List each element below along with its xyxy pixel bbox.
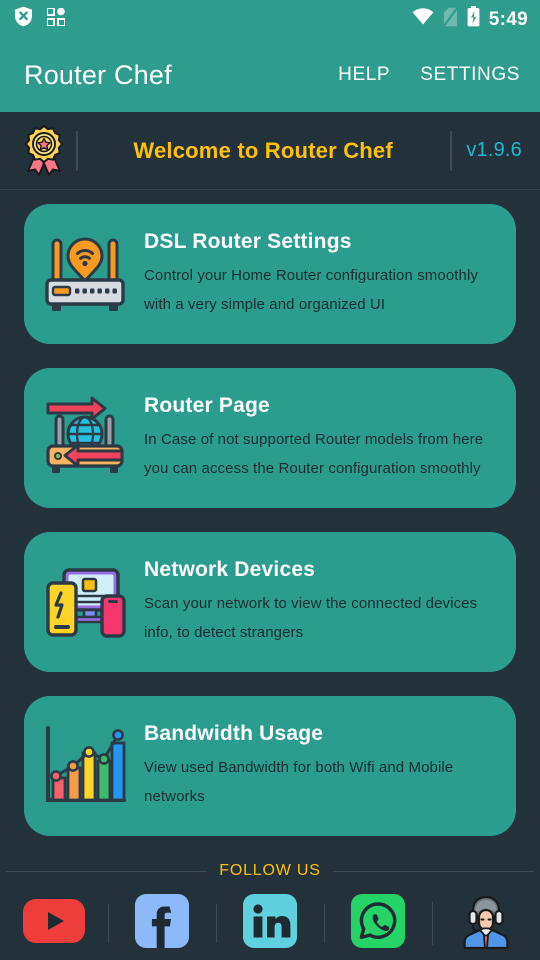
banner-title-wrapper: Welcome to Router Chef <box>82 138 444 164</box>
linkedin-icon <box>243 893 297 953</box>
follow-divider-right <box>332 870 534 872</box>
social-link-whatsapp[interactable] <box>324 893 432 953</box>
card-description: Control your Home Router configuration s… <box>144 266 479 313</box>
youtube-icon <box>23 898 85 948</box>
footer: FOLLOW US <box>0 856 540 960</box>
sim-card-off-icon <box>442 6 459 32</box>
status-bar-left <box>14 6 66 32</box>
status-bar: 5:49 <box>0 0 540 38</box>
card-text-wrapper: Router Page In Case of not supported Rou… <box>132 394 498 483</box>
app-grid-icon <box>46 6 66 31</box>
social-link-facebook[interactable] <box>108 893 216 953</box>
app-title: Router Chef <box>24 59 172 90</box>
card-network-devices[interactable]: Network Devices Scan your network to vie… <box>24 532 516 672</box>
card-title: Bandwidth Usage <box>144 721 324 745</box>
social-links-row <box>0 886 540 960</box>
status-bar-right: 5:49 <box>412 6 528 32</box>
social-link-linkedin[interactable] <box>216 893 324 953</box>
card-title: Network Devices <box>144 557 316 581</box>
support-agent-icon <box>457 892 515 955</box>
social-link-youtube[interactable] <box>0 898 108 948</box>
card-router-page[interactable]: Router Page In Case of not supported Rou… <box>24 368 516 508</box>
welcome-banner: Welcome to Router Chef v1.9.6 <box>0 112 540 190</box>
award-badge-icon <box>18 123 70 179</box>
card-description: Scan your network to view the connected … <box>144 594 478 641</box>
settings-button[interactable]: SETTINGS <box>420 64 520 86</box>
card-description: View used Bandwidth for both Wifi and Mo… <box>144 758 454 805</box>
battery-charging-icon <box>467 6 480 32</box>
follow-divider-left <box>6 870 208 872</box>
banner-title: Welcome to Router Chef <box>133 137 393 163</box>
card-dsl-router-settings[interactable]: DSL Router Settings Control your Home Ro… <box>24 204 516 344</box>
router-page-icon <box>38 392 132 484</box>
status-bar-clock: 5:49 <box>488 8 528 30</box>
card-description: In Case of not supported Router models f… <box>144 430 484 477</box>
banner-divider-right <box>450 130 453 171</box>
support-agent-button[interactable] <box>432 892 540 955</box>
bandwidth-chart-icon <box>38 720 132 812</box>
card-text-wrapper: Network Devices Scan your network to vie… <box>132 558 498 647</box>
app-bar-actions: HELP SETTINGS <box>338 64 520 86</box>
follow-us-label: FOLLOW US <box>219 862 321 879</box>
shield-x-icon <box>14 6 33 32</box>
card-title: DSL Router Settings <box>144 229 352 253</box>
card-text-wrapper: Bandwidth Usage View used Bandwidth for … <box>132 722 498 811</box>
help-button[interactable]: HELP <box>338 64 390 86</box>
app-bar: Router Chef HELP SETTINGS <box>0 38 540 112</box>
dsl-router-icon <box>38 228 132 320</box>
follow-us-row: FOLLOW US <box>0 856 540 886</box>
card-bandwidth-usage[interactable]: Bandwidth Usage View used Bandwidth for … <box>24 696 516 836</box>
app-version-label: v1.9.6 <box>466 139 522 161</box>
network-devices-icon <box>38 556 132 648</box>
facebook-icon <box>135 893 189 953</box>
card-text-wrapper: DSL Router Settings Control your Home Ro… <box>132 230 498 319</box>
main-content: DSL Router Settings Control your Home Ro… <box>0 190 540 836</box>
banner-divider-left <box>76 130 78 171</box>
card-title: Router Page <box>144 393 270 417</box>
whatsapp-icon <box>351 893 405 953</box>
wifi-icon <box>412 8 434 30</box>
